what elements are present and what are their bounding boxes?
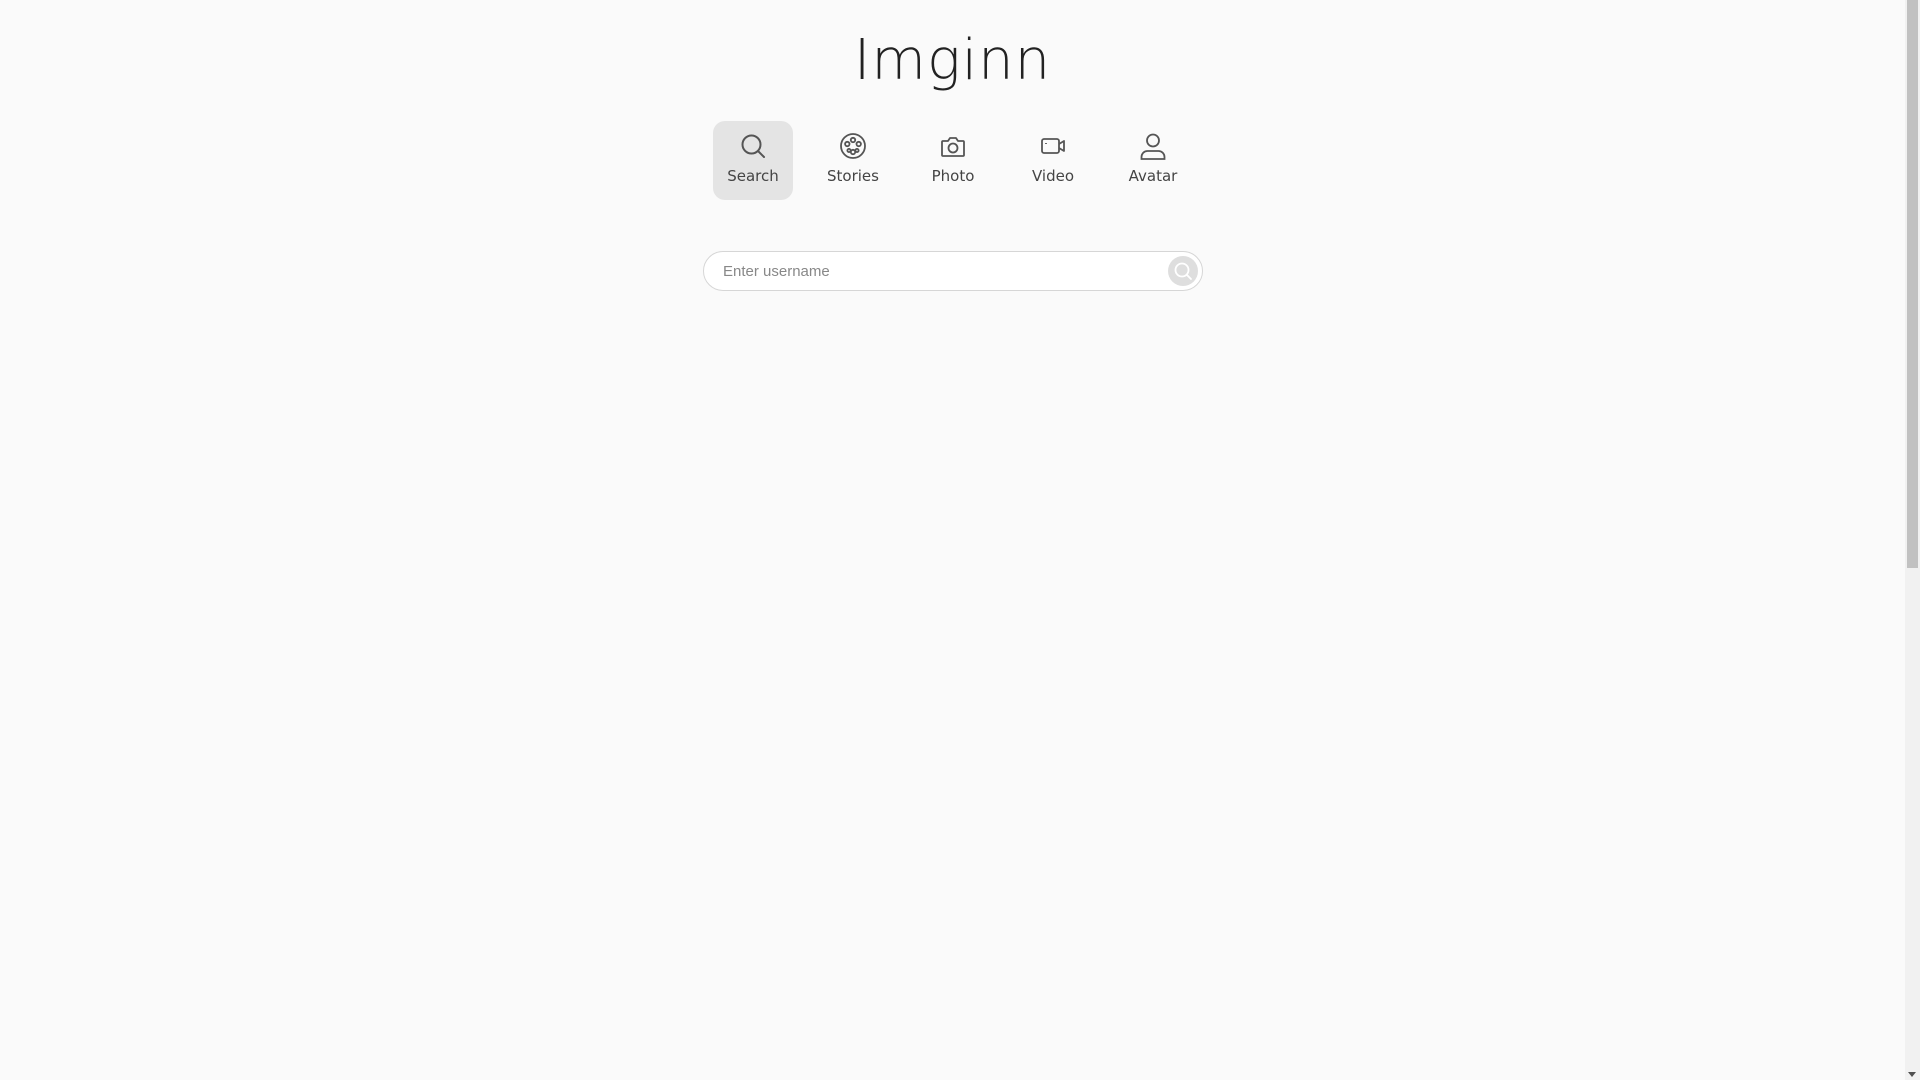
nav-item-label: Video xyxy=(1031,167,1075,185)
nav-item-label: Photo xyxy=(931,167,975,185)
search-button[interactable] xyxy=(1168,256,1198,286)
scroll-down-arrow-icon[interactable] xyxy=(1908,1072,1916,1077)
video-camera-icon xyxy=(1038,131,1068,161)
scrollbar-thumb[interactable] xyxy=(1907,0,1918,568)
nav-item-video[interactable]: Video xyxy=(1013,121,1093,200)
nav-item-avatar[interactable]: Avatar xyxy=(1113,121,1193,200)
page: Imginn Search Stories Photo Video Avatar… xyxy=(0,0,1905,1080)
nav-item-label: Avatar xyxy=(1128,167,1178,185)
camera-icon xyxy=(938,131,968,161)
film-reel-icon xyxy=(838,131,868,161)
nav-item-stories[interactable]: Stories xyxy=(813,121,893,200)
nav-item-photo[interactable]: Photo xyxy=(913,121,993,200)
search-icon xyxy=(1174,262,1192,280)
nav-item-label: Search xyxy=(727,167,779,185)
site-logo[interactable]: Imginn xyxy=(0,26,1905,96)
search-form xyxy=(703,251,1203,291)
nav-item-search[interactable]: Search xyxy=(713,121,793,200)
search-icon xyxy=(738,131,768,161)
nav-item-label: Stories xyxy=(827,167,879,185)
user-icon xyxy=(1138,131,1168,161)
main-nav: Search Stories Photo Video Avatar xyxy=(713,121,1213,200)
vertical-scrollbar[interactable] xyxy=(1905,0,1920,1080)
username-input[interactable] xyxy=(704,252,1168,290)
